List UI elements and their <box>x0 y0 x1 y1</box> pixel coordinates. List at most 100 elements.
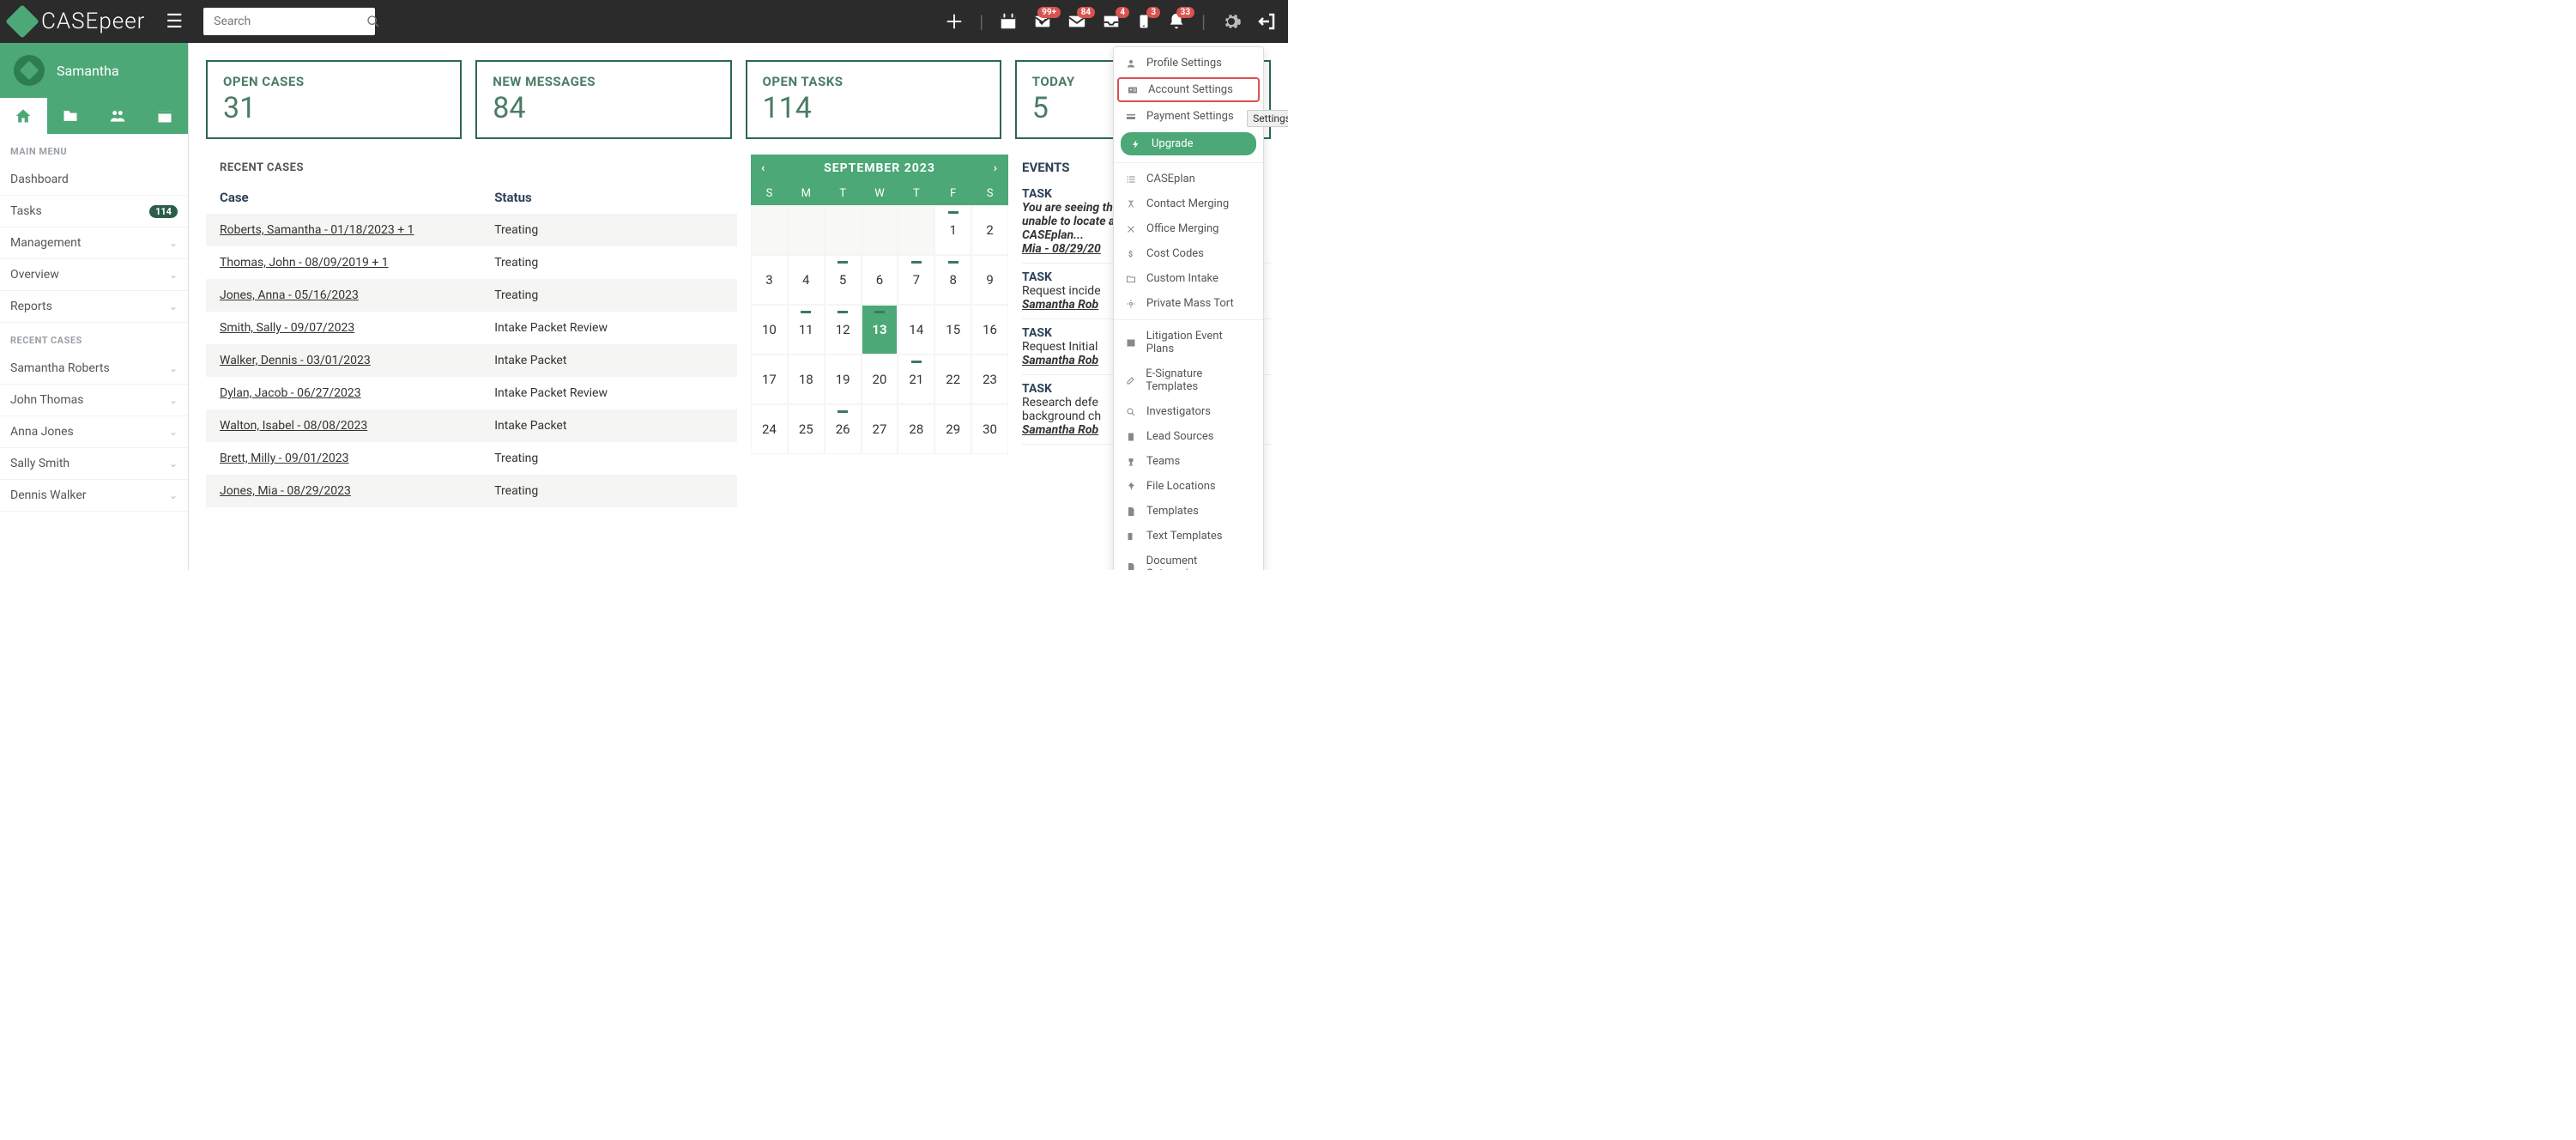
settings-menu-item[interactable]: Profile Settings <box>1114 51 1263 76</box>
user-block[interactable]: Samantha <box>0 43 188 98</box>
case-link[interactable]: Smith, Sally - 09/07/2023 <box>220 321 354 335</box>
calendar-day[interactable]: 2 <box>971 205 1008 255</box>
settings-menu-item[interactable]: CASEplan <box>1114 167 1263 191</box>
calendar-day[interactable]: 23 <box>971 355 1008 404</box>
case-link[interactable]: Dylan, Jacob - 06/27/2023 <box>220 386 361 400</box>
settings-menu-item[interactable]: Litigation Event Plans <box>1114 324 1263 361</box>
calendar-day[interactable]: 28 <box>898 404 934 454</box>
settings-menu-item[interactable]: $Cost Codes <box>1114 241 1263 266</box>
calendar-day[interactable]: 8 <box>934 255 971 305</box>
menu-item[interactable]: Overview⌄ <box>0 259 188 291</box>
search-icon[interactable] <box>366 15 380 28</box>
nav-home-icon[interactable] <box>0 98 47 134</box>
menu-item[interactable]: Management⌄ <box>0 227 188 259</box>
calendar-day[interactable]: 19 <box>825 355 862 404</box>
recent-case-link[interactable]: Dennis Walker⌄ <box>0 480 188 512</box>
calendar-next-icon[interactable]: › <box>994 161 998 175</box>
settings-menu-item[interactable]: File Locations <box>1114 474 1263 499</box>
calendar-day[interactable]: 4 <box>788 255 825 305</box>
menu-item[interactable]: Dashboard <box>0 164 188 196</box>
table-row: Jones, Anna - 05/16/2023Treating <box>206 279 737 312</box>
nav-users-icon[interactable] <box>94 98 142 134</box>
recent-case-link[interactable]: Sally Smith⌄ <box>0 448 188 480</box>
settings-menu-item[interactable]: Custom Intake <box>1114 266 1263 291</box>
search-box[interactable] <box>203 8 375 35</box>
case-link[interactable]: Jones, Anna - 05/16/2023 <box>220 288 359 302</box>
settings-menu-item[interactable]: Document Categories <box>1114 549 1263 570</box>
calendar-day[interactable]: 12 <box>825 305 862 355</box>
case-link[interactable]: Walton, Isabel - 08/08/2023 <box>220 419 367 433</box>
settings-dropdown: Profile SettingsAccount SettingsPayment … <box>1113 46 1264 570</box>
calendar-day[interactable]: 17 <box>751 355 788 404</box>
settings-menu-item[interactable]: Templates <box>1114 499 1263 524</box>
settings-menu-item[interactable]: Contact Merging <box>1114 191 1263 216</box>
calendar-day[interactable]: 13 <box>862 305 898 355</box>
settings-menu-item[interactable]: Investigators <box>1114 399 1263 424</box>
menu-item[interactable]: Reports⌄ <box>0 291 188 323</box>
logout-icon[interactable] <box>1257 11 1278 32</box>
envelope-icon[interactable]: 84 <box>1067 12 1086 31</box>
calendar-day[interactable]: 1 <box>934 205 971 255</box>
gear-icon[interactable] <box>1221 11 1242 32</box>
bell-icon[interactable]: 33 <box>1167 12 1186 31</box>
table-header: Case Status <box>206 181 737 214</box>
calendar-day[interactable]: 18 <box>788 355 825 404</box>
menu-item[interactable]: Tasks114 <box>0 196 188 227</box>
calendar-day[interactable]: 30 <box>971 404 1008 454</box>
calendar-day[interactable]: 21 <box>898 355 934 404</box>
settings-menu-item[interactable]: Office Merging <box>1114 216 1263 241</box>
recent-case-link[interactable]: John Thomas⌄ <box>0 385 188 416</box>
table-row: Brett, Milly - 09/01/2023Treating <box>206 442 737 475</box>
nav-calendar-icon[interactable] <box>141 98 188 134</box>
calendar-day[interactable]: 16 <box>971 305 1008 355</box>
settings-menu-item[interactable]: Private Mass Tort <box>1114 291 1263 316</box>
settings-menu-item[interactable]: Teams <box>1114 449 1263 474</box>
search-input[interactable] <box>214 15 366 28</box>
settings-menu-item[interactable]: Text Templates <box>1114 524 1263 549</box>
case-link[interactable]: Brett, Milly - 09/01/2023 <box>220 452 349 465</box>
inbox-icon[interactable]: 4 <box>1102 12 1121 31</box>
app-logo[interactable]: CASEpeer <box>10 9 145 34</box>
nav-folder-icon[interactable] <box>47 98 94 134</box>
calendar-day[interactable]: 20 <box>862 355 898 404</box>
calendar-icon[interactable] <box>999 12 1018 31</box>
calendar-day[interactable]: 15 <box>934 305 971 355</box>
calendar-day[interactable]: 5 <box>825 255 862 305</box>
mobile-icon[interactable]: 3 <box>1136 12 1152 31</box>
mobile-badge: 3 <box>1146 7 1160 18</box>
recent-case-link[interactable]: Samantha Roberts⌄ <box>0 353 188 385</box>
calendar-day[interactable]: 10 <box>751 305 788 355</box>
calendar-day[interactable]: 9 <box>971 255 1008 305</box>
calendar-day[interactable]: 6 <box>862 255 898 305</box>
calendar-day[interactable]: 22 <box>934 355 971 404</box>
calendar-day[interactable]: 27 <box>862 404 898 454</box>
calendar-prev-icon[interactable]: ‹ <box>761 161 765 175</box>
settings-menu-item[interactable]: Upgrade <box>1121 132 1256 155</box>
calendar-day[interactable]: 14 <box>898 305 934 355</box>
case-link[interactable]: Thomas, John - 08/09/2019 + 1 <box>220 256 389 270</box>
stat-card[interactable]: OPEN TASKS114 <box>746 60 1001 139</box>
calendar-day[interactable]: 11 <box>788 305 825 355</box>
pin-icon <box>1126 482 1138 492</box>
calendar-day[interactable]: 29 <box>934 404 971 454</box>
settings-menu-item[interactable]: Account Settings <box>1117 77 1260 102</box>
recent-case-link[interactable]: Anna Jones⌄ <box>0 416 188 448</box>
settings-menu-item[interactable]: E-Signature Templates <box>1114 361 1263 399</box>
calendar-day[interactable]: 26 <box>825 404 862 454</box>
case-link[interactable]: Walker, Dennis - 03/01/2023 <box>220 354 371 367</box>
calendar-day[interactable]: 3 <box>751 255 788 305</box>
case-link[interactable]: Jones, Mia - 08/29/2023 <box>220 484 351 498</box>
calendar-day[interactable]: 25 <box>788 404 825 454</box>
check-envelope-icon[interactable]: 99+ <box>1033 12 1052 31</box>
plus-icon[interactable] <box>945 12 964 31</box>
stat-card[interactable]: OPEN CASES31 <box>206 60 462 139</box>
calendar-day[interactable]: 24 <box>751 404 788 454</box>
settings-menu-item[interactable]: Payment Settings <box>1114 104 1263 129</box>
case-link[interactable]: Roberts, Samantha - 01/18/2023 + 1 <box>220 223 414 237</box>
settings-menu-item[interactable]: Lead Sources <box>1114 424 1263 449</box>
hamburger-menu-icon[interactable]: ☰ <box>166 11 183 33</box>
folder-icon <box>1126 274 1138 284</box>
stat-card[interactable]: NEW MESSAGES84 <box>475 60 731 139</box>
calendar-day[interactable]: 7 <box>898 255 934 305</box>
user-icon <box>1126 58 1138 69</box>
